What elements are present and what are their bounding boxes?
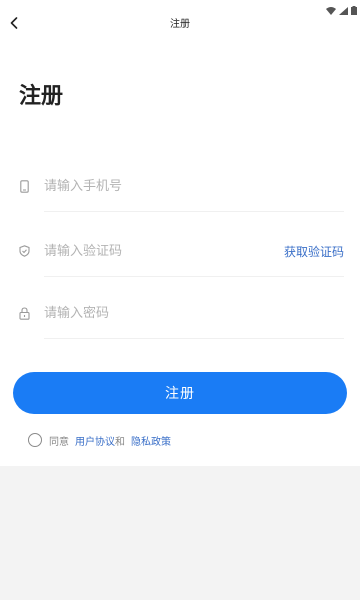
- register-button[interactable]: 注册: [13, 372, 347, 414]
- privacy-policy-link[interactable]: 隐私政策: [131, 433, 171, 448]
- status-bar: [300, 0, 360, 15]
- phone-input[interactable]: [44, 174, 254, 198]
- password-field: [18, 298, 344, 339]
- nav-title: 注册: [170, 19, 190, 30]
- page-title: 注册: [19, 84, 64, 109]
- divider: [44, 276, 344, 277]
- code-field: 获取验证码: [18, 236, 344, 277]
- phone-icon: [18, 179, 30, 193]
- divider: [44, 338, 344, 339]
- code-input[interactable]: [44, 239, 254, 263]
- lock-icon: [18, 306, 30, 320]
- agreement-row: 同意 用户协议 和 隐私政策: [28, 432, 171, 448]
- agreement-prefix: 同意: [49, 436, 69, 448]
- shield-icon: [18, 244, 30, 258]
- agreement-conjunction: 和: [115, 436, 125, 448]
- user-agreement-link[interactable]: 用户协议: [75, 433, 115, 448]
- phone-field: [18, 171, 344, 212]
- divider: [44, 211, 344, 212]
- get-code-button[interactable]: 获取验证码: [284, 243, 344, 260]
- agree-checkbox[interactable]: [28, 433, 42, 447]
- register-screen: 注册 注册 获取验证码: [0, 0, 360, 600]
- password-input[interactable]: [44, 301, 254, 325]
